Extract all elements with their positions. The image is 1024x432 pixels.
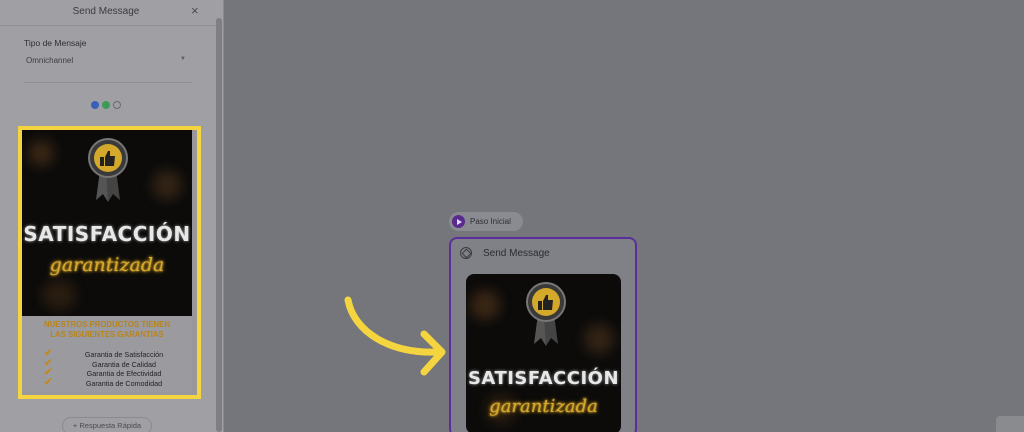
start-step-pill[interactable]: Paso Inicial xyxy=(449,212,523,231)
close-icon[interactable]: × xyxy=(191,3,199,18)
play-icon xyxy=(452,215,465,228)
pointer-arrow-icon xyxy=(344,296,446,376)
guarantees-heading-line1: NUESTROS PRODUCTOS TIENEN xyxy=(44,320,170,329)
chat-icon[interactable] xyxy=(113,101,121,109)
message-image-preview[interactable]: SATISFACCIÓN garantizada NUESTROS PRODUC… xyxy=(22,130,192,392)
list-item: ✔ Garantia de Efectividad xyxy=(44,368,184,379)
message-type-label: Tipo de Mensaje xyxy=(24,38,87,48)
list-item: ✔ Garantia de Calidad xyxy=(44,358,184,370)
channel-icons xyxy=(91,101,121,111)
message-type-select[interactable]: Omnichannel ▼ xyxy=(24,53,192,71)
chevron-down-icon: ▼ xyxy=(180,56,186,62)
canvas-control[interactable] xyxy=(996,416,1024,432)
panel-header: Send Message × xyxy=(0,0,224,26)
award-badge-icon xyxy=(88,138,128,202)
promo-title: SATISFACCIÓN xyxy=(23,222,191,246)
guarantee-text: Garantia de Comodidad xyxy=(85,378,163,388)
panel-title: Send Message xyxy=(72,6,140,17)
quick-reply-button[interactable]: + Respuesta Rápida xyxy=(62,417,152,432)
node-title: Send Message xyxy=(483,248,550,259)
list-item: ✔ Garantia de Satisfacción xyxy=(44,349,184,360)
start-step-label: Paso Inicial xyxy=(470,217,511,226)
check-icon: ✔ xyxy=(44,376,53,388)
promo-script: garantizada xyxy=(489,396,598,417)
guarantee-text: Garantia de Efectividad xyxy=(86,369,162,379)
node-type-icon xyxy=(460,247,472,259)
divider xyxy=(24,82,192,83)
guarantees-heading-line2: LAS SIGUIENTES GARANTIAS xyxy=(50,330,164,339)
promo-guarantees-section: NUESTROS PRODUCTOS TIENEN LAS SIGUIENTES… xyxy=(22,316,192,392)
promo-script: garantizada xyxy=(49,254,165,276)
guarantees-heading: NUESTROS PRODUCTOS TIENEN LAS SIGUIENTES… xyxy=(22,320,192,340)
node-image-preview[interactable]: SATISFACCIÓN garantizada xyxy=(466,274,621,432)
guarantee-text: Garantia de Satisfacción xyxy=(84,350,164,359)
list-item: ✔ Garantia de Comodidad xyxy=(44,376,184,389)
messenger-icon[interactable] xyxy=(91,101,99,109)
award-badge-icon xyxy=(526,282,566,346)
guarantees-list: ✔ Garantia de Satisfacción ✔ Garantia de C… xyxy=(44,349,184,389)
promo-title: SATISFACCIÓN xyxy=(467,368,620,389)
guarantee-text: Garantia de Calidad xyxy=(92,359,156,369)
panel-scrollbar[interactable] xyxy=(216,18,222,432)
message-type-value: Omnichannel xyxy=(26,56,74,65)
whatsapp-icon[interactable] xyxy=(102,101,110,109)
